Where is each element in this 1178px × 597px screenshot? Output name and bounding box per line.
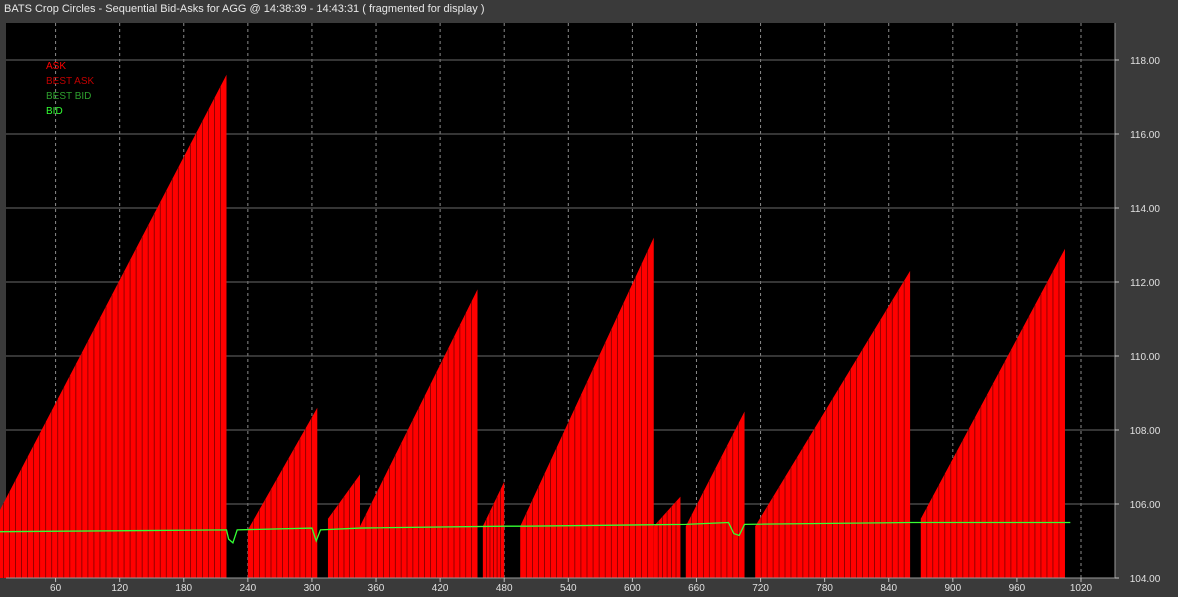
legend-item-bid: BID	[46, 106, 63, 117]
x-tick-label-1: 120	[111, 583, 128, 594]
x-axis: 60 120 180 240 300 360 420 480 540 600 660 720 780 84…	[6, 577, 1115, 594]
x-tick-label-12: 780	[816, 583, 833, 594]
y-tick-label-3: 110.00	[1130, 352, 1160, 363]
y-axis: 104.00 106.00 108.00 110.00 112.00 114.00 116.…	[1114, 23, 1161, 585]
legend-item-best-ask: BEST ASK	[46, 76, 95, 87]
x-tick-label-3: 240	[240, 583, 257, 594]
y-tick-label-0: 104.00	[1130, 574, 1161, 585]
x-tick-label-6: 420	[432, 583, 449, 594]
x-tick-label-13: 840	[880, 583, 897, 594]
x-tick-label-2: 180	[175, 583, 192, 594]
x-tick-label-5: 360	[368, 583, 385, 594]
y-tick-label-4: 112.00	[1130, 278, 1160, 289]
x-tick-label-10: 660	[688, 583, 705, 594]
x-tick-label-8: 540	[560, 583, 577, 594]
y-tick-label-6: 116.00	[1130, 130, 1160, 141]
legend-item-best-bid: BEST BID	[46, 91, 92, 102]
x-tick-label-14: 900	[944, 583, 961, 594]
x-tick-label-0: 60	[50, 583, 62, 594]
y-tick-label-7: 118.00	[1130, 56, 1160, 67]
x-tick-label-7: 480	[496, 583, 513, 594]
x-tick-label-16: 1020	[1070, 583, 1093, 594]
y-tick-label-5: 114.00	[1130, 204, 1160, 215]
bid-ask-chart: 60 120 180 240 300 360 420 480 540 600 660 720 780 84…	[0, 23, 1161, 594]
y-tick-label-1: 106.00	[1130, 500, 1161, 511]
y-tick-label-2: 108.00	[1130, 426, 1161, 437]
x-tick-label-9: 600	[624, 583, 641, 594]
x-tick-label-4: 300	[304, 583, 321, 594]
x-tick-label-15: 960	[1009, 583, 1026, 594]
x-tick-label-11: 720	[752, 583, 769, 594]
legend-item-ask: ASK	[46, 61, 67, 72]
